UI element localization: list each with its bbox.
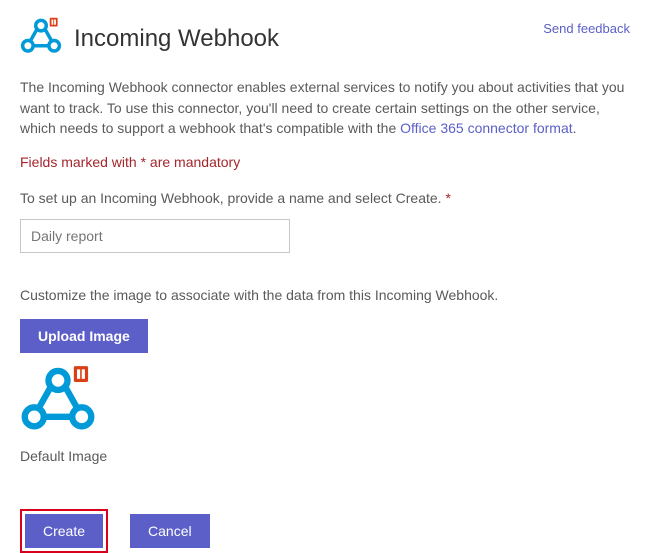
header-left: Incoming Webhook [20, 16, 279, 63]
default-image-block: Default Image [20, 363, 630, 467]
create-button[interactable]: Create [25, 514, 103, 548]
required-mark: * [445, 190, 450, 206]
footer-actions: Create Cancel [20, 509, 630, 553]
upload-image-button[interactable]: Upload Image [20, 319, 148, 353]
create-button-highlight: Create [20, 509, 108, 553]
default-image-label: Default Image [20, 446, 630, 466]
customize-image-text: Customize the image to associate with th… [20, 285, 630, 305]
webhook-icon [20, 16, 62, 63]
description-text-after: . [573, 120, 577, 136]
page-title: Incoming Webhook [74, 22, 279, 57]
cancel-button[interactable]: Cancel [130, 514, 210, 548]
header: Incoming Webhook Send feedback [20, 16, 630, 63]
default-image-preview [20, 363, 630, 444]
send-feedback-link[interactable]: Send feedback [543, 20, 630, 39]
connector-format-link[interactable]: Office 365 connector format [400, 120, 573, 136]
mandatory-fields-note: Fields marked with * are mandatory [20, 152, 630, 172]
setup-name-label: To set up an Incoming Webhook, provide a… [20, 188, 630, 208]
setup-label-text: To set up an Incoming Webhook, provide a… [20, 190, 445, 206]
webhook-name-input[interactable] [20, 219, 290, 253]
connector-description: The Incoming Webhook connector enables e… [20, 77, 630, 138]
